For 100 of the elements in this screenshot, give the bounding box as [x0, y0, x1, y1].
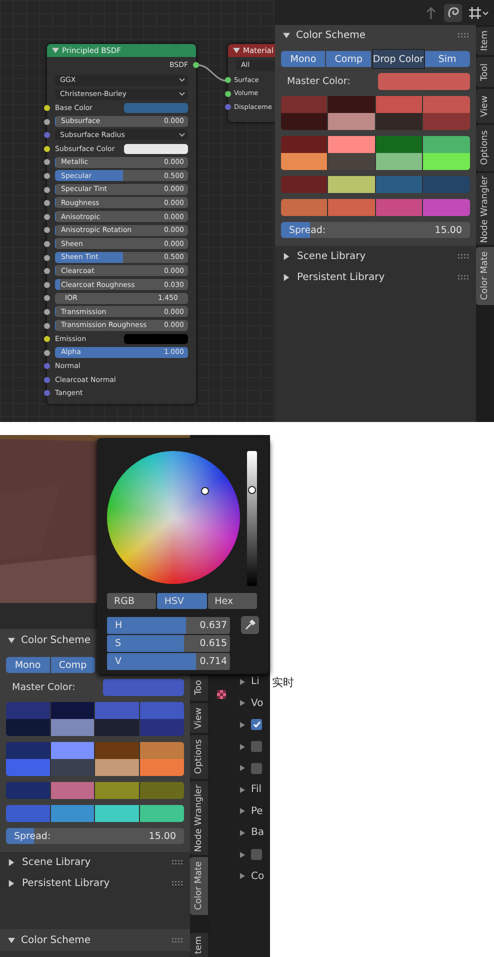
socket-dot[interactable] [44, 172, 50, 179]
color-swatch[interactable] [140, 719, 184, 736]
mode-tab[interactable]: RGB [107, 593, 156, 609]
socket-dot[interactable] [44, 282, 50, 288]
color-swatch[interactable] [6, 742, 50, 759]
grip-icon[interactable] [458, 254, 470, 259]
socket-dot[interactable] [193, 62, 199, 68]
color-swatch[interactable] [422, 199, 470, 216]
collapse-arrow-icon[interactable] [233, 47, 240, 54]
color-swatch[interactable] [281, 113, 328, 130]
socket-dot[interactable] [44, 254, 50, 261]
socket-dot[interactable] [44, 227, 50, 234]
color-swatch[interactable] [95, 719, 140, 736]
checkbox[interactable] [251, 849, 262, 860]
socket-dot[interactable] [44, 376, 50, 383]
color-swatch[interactable] [6, 782, 50, 799]
color-swatch[interactable] [422, 136, 470, 153]
section-header[interactable]: Persistent Library [275, 267, 476, 288]
color-swatch[interactable] [281, 176, 328, 193]
color-swatch[interactable] [422, 113, 470, 130]
color-swatch[interactable] [140, 742, 184, 759]
expand-arrow-icon[interactable] [240, 808, 245, 814]
sidebar-tab[interactable]: Too [190, 675, 208, 701]
collapse-arrow-icon[interactable] [283, 32, 290, 38]
color-swatch[interactable] [376, 199, 423, 216]
color-swatch[interactable] [140, 759, 184, 776]
color-swatch[interactable] [376, 113, 423, 130]
mode-button[interactable]: Mono [6, 657, 50, 673]
expand-arrow-icon[interactable] [240, 678, 245, 685]
expand-arrow-icon[interactable] [283, 274, 290, 281]
sidebar-tab[interactable]: Node Wrangler [476, 173, 494, 245]
property-label[interactable]: Pe [251, 806, 263, 817]
expand-arrow-icon[interactable] [8, 859, 15, 866]
color-swatch[interactable] [95, 805, 140, 822]
mode-button[interactable]: Comp [50, 657, 95, 673]
color-swatch[interactable] [140, 702, 184, 719]
color-swatch[interactable] [6, 805, 50, 822]
sidebar-tab[interactable]: View [476, 89, 494, 123]
expand-arrow-icon[interactable] [8, 880, 15, 887]
socket-dot[interactable] [225, 77, 231, 83]
socket-dot[interactable] [44, 390, 50, 396]
color-swatch[interactable] [328, 96, 376, 113]
socket-dot[interactable] [225, 90, 231, 97]
master-color-swatch[interactable] [103, 679, 184, 696]
color-swatch[interactable] [328, 113, 376, 130]
color-swatch[interactable] [328, 176, 376, 193]
color-swatch[interactable] [376, 153, 423, 170]
expand-arrow-icon[interactable] [240, 765, 245, 772]
color-swatch[interactable] [281, 153, 328, 170]
expand-arrow-icon[interactable] [240, 786, 245, 793]
expand-arrow-icon[interactable] [240, 744, 245, 750]
socket-dot[interactable] [44, 240, 50, 247]
panel-header[interactable]: Color Scheme [0, 929, 190, 951]
checkbox[interactable] [251, 719, 262, 730]
sidebar-tab[interactable]: Tool [476, 57, 494, 87]
value-handle[interactable] [248, 486, 256, 494]
expand-arrow-icon[interactable] [240, 722, 245, 728]
color-swatch[interactable] [422, 153, 470, 170]
color-swatch[interactable] [376, 136, 423, 153]
expand-arrow-icon[interactable] [240, 830, 245, 836]
color-swatch[interactable] [50, 805, 95, 822]
panel-header[interactable]: Color Scheme [275, 25, 476, 45]
grip-icon[interactable] [458, 32, 470, 38]
grip-icon[interactable] [172, 938, 184, 942]
value-slider[interactable]: H 0.637 [107, 617, 230, 634]
color-swatch[interactable] [6, 702, 50, 719]
sidebar-tab[interactable]: Node Wrangler [190, 781, 208, 855]
expand-arrow-icon[interactable] [240, 873, 245, 880]
checkbox[interactable] [251, 762, 262, 774]
sidebar-tab[interactable]: Color Mate [190, 857, 208, 915]
collapse-arrow-icon[interactable] [8, 936, 15, 944]
color-swatch[interactable] [328, 136, 376, 153]
property-label[interactable]: Li [251, 676, 260, 688]
color-swatch[interactable] [376, 96, 423, 113]
mode-tab[interactable]: HSV [157, 593, 207, 609]
value-slider[interactable]: V 0.714 [107, 653, 230, 670]
grip-icon[interactable] [172, 881, 184, 886]
mode-button[interactable]: Mono [281, 51, 326, 67]
color-swatch[interactable] [422, 176, 470, 193]
sidebar-tab[interactable]: View [190, 703, 208, 733]
socket-dot[interactable] [44, 336, 50, 342]
socket-dot[interactable] [44, 146, 50, 152]
sidebar-tab[interactable]: Color Mate [476, 247, 494, 305]
section-header[interactable]: Persistent Library [0, 873, 190, 894]
color-swatch[interactable] [95, 742, 140, 759]
color-swatch[interactable] [50, 719, 95, 736]
grip-icon[interactable] [172, 860, 184, 865]
socket-dot[interactable] [44, 105, 50, 111]
color-swatch[interactable] [50, 782, 95, 799]
color-swatch[interactable] [50, 702, 95, 719]
color-swatch[interactable] [376, 176, 423, 193]
section-header[interactable]: Scene Library [0, 852, 190, 873]
expand-arrow-icon[interactable] [240, 700, 245, 706]
socket-dot[interactable] [44, 214, 50, 220]
color-swatch[interactable] [50, 742, 95, 759]
grip-icon[interactable] [458, 275, 470, 280]
property-label[interactable]: Fil [251, 784, 262, 796]
color-swatch[interactable] [422, 96, 470, 113]
sidebar-tab[interactable]: Options [190, 735, 208, 779]
color-swatch[interactable] [140, 782, 184, 799]
